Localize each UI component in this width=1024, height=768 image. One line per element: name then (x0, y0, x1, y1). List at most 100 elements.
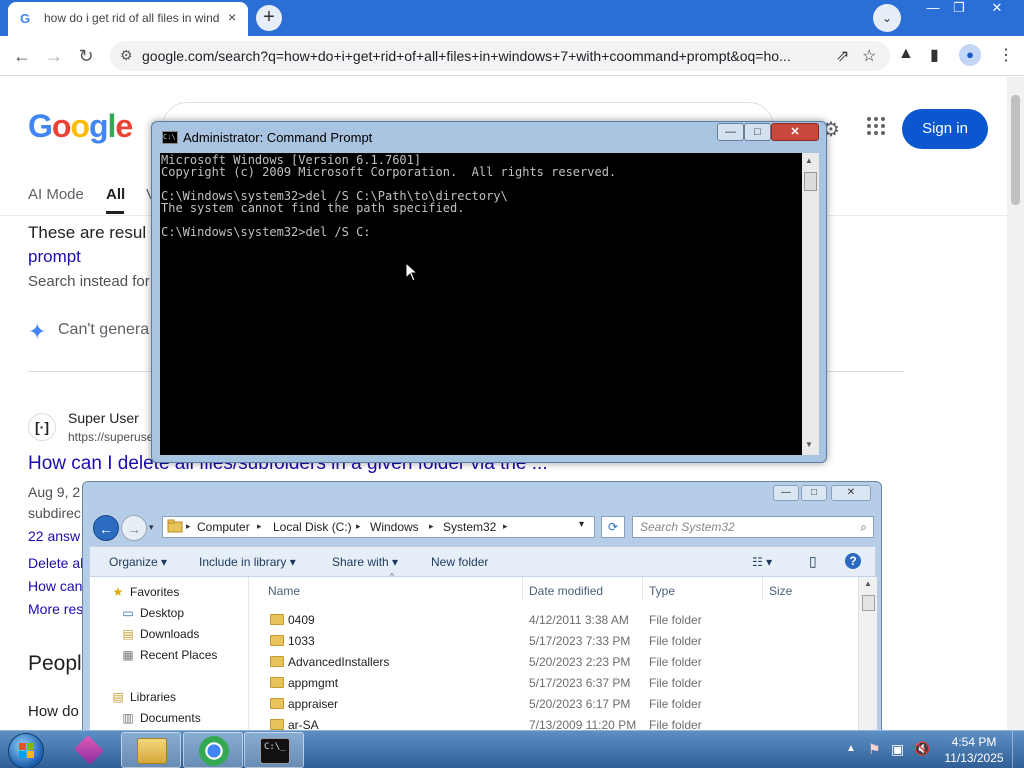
file-list-scrollbar-thumb[interactable] (862, 595, 875, 611)
nav-favorites[interactable]: ★ Favorites (110, 585, 180, 599)
start-button[interactable] (8, 733, 44, 768)
browser-menu-icon[interactable]: ⋮ (998, 45, 1014, 65)
file-row[interactable]: 1033 5/17/2023 7:33 PM File folder (250, 630, 858, 651)
new-folder-button[interactable]: New folder (431, 555, 488, 569)
bookmark-star-icon[interactable]: ☆ (862, 46, 876, 66)
sign-in-button[interactable]: Sign in (902, 109, 988, 149)
result-sublink-2[interactable]: How can (28, 578, 82, 594)
page-scrollbar[interactable] (1007, 77, 1024, 730)
column-separator[interactable] (522, 577, 523, 601)
breadcrumb-system32[interactable]: System32 (443, 520, 496, 534)
show-desktop-button[interactable] (1012, 731, 1024, 768)
browser-tab[interactable]: G how do i get rid of all files in windo… (8, 2, 248, 36)
search-icon[interactable]: ⌕ (860, 520, 867, 535)
volume-muted-icon[interactable]: 🔇 (914, 741, 930, 757)
share-with-button[interactable]: Share with ▾ (332, 555, 398, 569)
cmd-maximize-button[interactable]: □ (744, 123, 771, 141)
reload-button[interactable]: ↻ (74, 44, 98, 68)
explorer-window[interactable]: — □ ✕ ← → ▾ ▸ Computer ▸ Local Disk (C:)… (82, 481, 882, 732)
column-separator[interactable] (762, 577, 763, 601)
back-button[interactable]: ← (10, 44, 34, 68)
cmd-scrollbar[interactable]: ▲ ▼ (802, 153, 819, 455)
breadcrumb-computer[interactable]: Computer (197, 520, 250, 534)
explorer-close-button[interactable]: ✕ (831, 485, 871, 501)
scroll-up-arrow-icon[interactable]: ▲ (805, 156, 813, 165)
refresh-icon[interactable]: ⟳ (601, 516, 625, 538)
cmd-console-output[interactable]: Microsoft Windows [Version 6.1.7601] Cop… (160, 153, 802, 455)
result-answers-count[interactable]: 22 answ (28, 528, 80, 544)
explorer-back-button[interactable]: ← (93, 515, 119, 541)
result-site-name[interactable]: Super User (68, 410, 139, 426)
breadcrumb-separator-icon[interactable]: ▸ (186, 521, 191, 532)
tab-close-icon[interactable]: × (228, 9, 236, 25)
column-header-type[interactable]: Type (649, 584, 675, 598)
column-header-size[interactable]: Size (769, 584, 792, 598)
breadcrumb-separator-icon[interactable]: ▸ (257, 521, 262, 532)
google-logo[interactable]: Google (28, 108, 133, 145)
organize-button[interactable]: Organize ▾ (109, 555, 167, 569)
address-dropdown-icon[interactable]: ▾ (579, 519, 584, 530)
include-in-library-button[interactable]: Include in library ▾ (199, 555, 296, 569)
taskbar-app-visual-studio[interactable] (59, 732, 119, 768)
new-tab-button[interactable]: + (256, 5, 282, 31)
explorer-minimize-button[interactable]: — (773, 485, 799, 501)
breadcrumb-separator-icon[interactable]: ▸ (356, 521, 361, 532)
cmd-minimize-button[interactable]: — (717, 123, 744, 141)
google-apps-icon[interactable] (866, 116, 886, 142)
preview-pane-icon[interactable]: ▯ (809, 553, 817, 570)
show-hidden-icons-icon[interactable]: ▲ (846, 743, 856, 754)
result-sublink-3[interactable]: More res (28, 601, 83, 617)
result-site-url[interactable]: https://superuse (68, 430, 153, 444)
command-prompt-window[interactable]: C:\ Administrator: Command Prompt — □ ✕ … (151, 121, 827, 463)
file-row[interactable]: appraiser 5/20/2023 6:17 PM File folder (250, 693, 858, 714)
column-separator[interactable] (642, 577, 643, 601)
nav-documents[interactable]: ▥ Documents (120, 711, 200, 725)
scroll-up-arrow-icon[interactable]: ▲ (864, 579, 872, 588)
scroll-down-arrow-icon[interactable]: ▼ (805, 440, 813, 449)
explorer-search-box[interactable]: Search System32 ⌕ (632, 516, 874, 538)
tab-ai-mode[interactable]: AI Mode (28, 186, 84, 203)
browser-close-button[interactable]: ✕ (982, 0, 1012, 18)
site-info-icon[interactable]: ⚙ (120, 47, 133, 64)
search-instead-text[interactable]: Search instead for (28, 273, 150, 290)
address-url[interactable]: google.com/search?q=how+do+i+get+rid+of+… (142, 48, 832, 64)
help-icon[interactable]: ? (845, 553, 861, 569)
network-icon[interactable]: ▣ (891, 741, 904, 758)
extension-icon[interactable]: ▲ (898, 45, 914, 63)
explorer-maximize-button[interactable]: □ (801, 485, 827, 501)
column-header-name[interactable]: Name (268, 584, 300, 598)
share-icon[interactable]: ⇗ (836, 46, 849, 66)
explorer-forward-button[interactable]: → (121, 515, 147, 541)
action-center-flag-icon[interactable]: ⚑ (868, 741, 881, 758)
nav-downloads[interactable]: ▤ Downloads (120, 627, 199, 641)
breadcrumb-windows[interactable]: Windows (370, 520, 419, 534)
cmd-close-button[interactable]: ✕ (771, 123, 819, 141)
forward-button[interactable]: → (42, 44, 66, 68)
system-clock[interactable]: 4:54 PM 11/13/2025 (940, 734, 1008, 766)
file-list-scrollbar[interactable]: ▲ (858, 577, 877, 732)
taskbar-app-chrome[interactable] (183, 732, 243, 768)
taskbar-app-cmd[interactable]: C:\_ (244, 732, 304, 768)
nav-libraries[interactable]: ▤ Libraries (110, 690, 176, 704)
result-sublink-1[interactable]: Delete al (28, 555, 83, 571)
browser-restore-button[interactable]: ❐ (944, 0, 974, 18)
breadcrumb-local-disk[interactable]: Local Disk (C:) (273, 520, 352, 534)
cmd-scrollbar-thumb[interactable] (804, 172, 817, 191)
taskbar-app-explorer[interactable] (121, 732, 181, 768)
explorer-address-bar[interactable]: ▸ Computer ▸ Local Disk (C:) ▸ Windows ▸… (162, 516, 595, 538)
breadcrumb-separator-icon[interactable]: ▸ (429, 521, 434, 532)
file-row[interactable]: AdvancedInstallers 5/20/2023 2:23 PM Fil… (250, 651, 858, 672)
column-header-date[interactable]: Date modified (529, 584, 603, 598)
people-also-ask-question[interactable]: How do (28, 703, 79, 720)
file-row[interactable]: appmgmt 5/17/2023 6:37 PM File folder (250, 672, 858, 693)
recent-pages-dropdown-icon[interactable]: ▾ (149, 522, 154, 533)
file-row[interactable]: 0409 4/12/2011 3:38 AM File folder (250, 609, 858, 630)
side-panel-icon[interactable]: ▮ (930, 45, 939, 65)
tab-all[interactable]: All (106, 186, 125, 203)
corrected-query-link[interactable]: prompt (28, 247, 81, 267)
console-prompt-line[interactable]: C:\Windows\system32>del /S C: (161, 226, 802, 238)
tab-search-button[interactable]: ⌄ (873, 4, 901, 32)
change-view-icon[interactable]: ☷ ▾ (752, 555, 772, 569)
nav-recent-places[interactable]: ▦ Recent Places (120, 648, 217, 662)
profile-avatar-icon[interactable]: ● (959, 44, 981, 66)
